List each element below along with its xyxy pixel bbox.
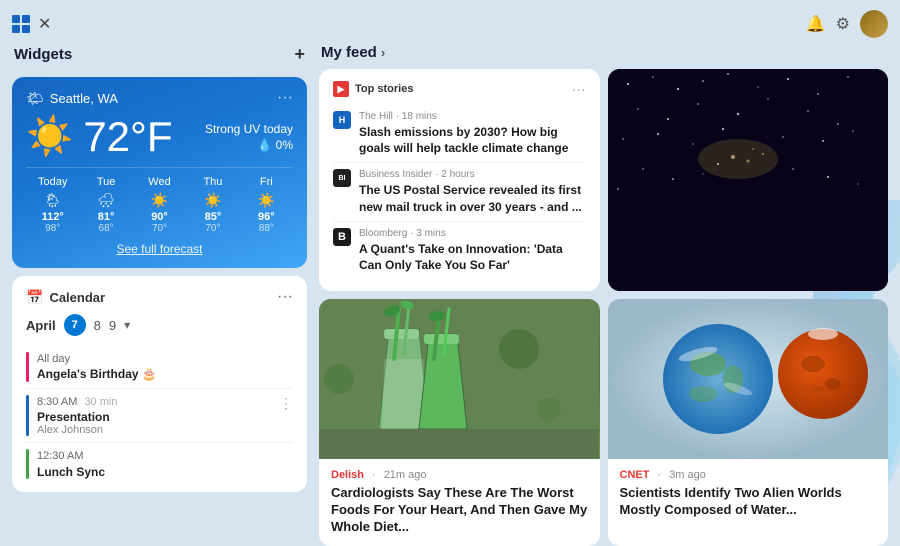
calendar-header: 📅 Calendar ··· [26,288,293,306]
settings-icon[interactable]: ⚙ [836,14,850,34]
calendar-current-day[interactable]: 7 [64,314,86,336]
calendar-event-birthday[interactable]: All day Angela's Birthday 🎂 [26,346,293,389]
weather-menu-button[interactable]: ··· [277,89,293,107]
calendar-day-next1[interactable]: 8 [94,318,101,333]
forecast-tue: Tue 🌧 81° 68° [79,176,132,234]
forecast-wed: Wed ☀️ 90° 70° [133,176,186,234]
weather-condition: Strong UV today [205,122,293,136]
planets-text: CNET · 3m ago Scientists Identify Two Al… [608,459,889,529]
the-hill-logo: H [333,111,351,129]
top-bar-right: 🔔 ⚙ [806,10,888,38]
content-area: Widgets + 🌤 Seattle, WA ··· ☀️ 72°F Stro… [12,44,888,492]
calendar-title: 📅 Calendar [26,289,105,306]
news-item-2[interactable]: B Bloomberg · 3 mins A Quant's Take on I… [333,222,586,279]
galaxy-image [608,69,889,291]
calendar-event-presentation[interactable]: 8:30 AM 30 min Presentation Alex Johnson… [26,389,293,443]
food-time: 21m ago [384,469,427,481]
widgets-icon[interactable] [12,15,30,33]
bloomberg-logo: B [333,228,351,246]
top-bar-left: ✕ [12,14,51,34]
food-title: Cardiologists Say These Are The Worst Fo… [331,485,588,536]
top-stories-card: ▶ Top stories ··· H [319,69,600,291]
calendar-event-lunch[interactable]: 12:30 AM Lunch Sync [26,443,293,485]
planets-time: 3m ago [669,469,706,481]
sun-icon: ☀️ [26,115,73,159]
event-menu-button[interactable]: ⋮ [279,395,293,412]
weather-precipitation: 💧 0% [205,138,293,152]
widgets-title: Widgets [14,46,72,63]
forecast-thu: Thu ☀️ 85° 70° [186,176,239,234]
event-bar [26,352,29,382]
planets-illustration [608,299,889,459]
top-stories-menu-button[interactable]: ··· [572,81,586,97]
feed-header: My feed › [319,44,888,61]
calendar-month-row: April 7 8 9 ▾ [26,314,293,336]
news-source-row: ▶ Top stories ··· [333,81,586,97]
feed-chevron-icon[interactable]: › [381,45,385,60]
rain-icon: 💧 [257,138,272,152]
feed-panel: My feed › ▶ Top stories [319,44,888,492]
news-item-0[interactable]: H The Hill · 18 mins Slash emissions by … [333,105,586,163]
weather-header: 🌤 Seattle, WA ··· [26,89,293,107]
widgets-panel: Widgets + 🌤 Seattle, WA ··· ☀️ 72°F Stro… [12,44,307,492]
top-stories-label: Top stories [355,83,413,95]
forecast-fri: Fri ☀️ 96° 88° [240,176,293,234]
weather-city: Seattle, WA [50,91,118,106]
food-illustration [319,299,600,459]
event-bar [26,449,29,479]
top-bar: ✕ 🔔 ⚙ [12,8,888,44]
forecast-today: Today 🌦 112° 98° [26,176,79,234]
stars-decoration [608,69,889,291]
feed-title: My feed [321,44,377,61]
event-bar [26,395,29,436]
weather-widget: 🌤 Seattle, WA ··· ☀️ 72°F Strong UV toda… [12,77,307,268]
business-insider-logo: BI [333,169,351,187]
feed-grid: ▶ Top stories ··· H [319,69,888,546]
calendar-widget: 📅 Calendar ··· April 7 8 9 ▾ All day [12,276,307,492]
calendar-day-next2[interactable]: 9 [109,318,116,333]
calendar-month: April [26,318,56,333]
weather-forecast: Today 🌦 112° 98° Tue 🌧 81° 68° Wed ☀️ [26,167,293,234]
planets-title: Scientists Identify Two Alien Worlds Mos… [620,485,877,519]
calendar-icon: 📅 [26,289,43,306]
calendar-menu-button[interactable]: ··· [277,288,293,306]
location-icon: 🌤 [26,90,44,107]
news-item-1[interactable]: BI Business Insider · 2 hours The US Pos… [333,163,586,221]
food-card[interactable]: Delish · 21m ago Cardiologists Say These… [319,299,600,546]
weather-temperature: 72°F [83,116,172,158]
planets-card[interactable]: CNET · 3m ago Scientists Identify Two Al… [608,299,889,546]
weather-info: Strong UV today 💧 0% [205,122,293,152]
top-stories-icon: ▶ [333,81,349,97]
avatar[interactable] [860,10,888,38]
weather-main: ☀️ 72°F Strong UV today 💧 0% [26,115,293,159]
food-image [319,299,600,459]
food-text: Delish · 21m ago Cardiologists Say These… [319,459,600,546]
widgets-header: Widgets + [12,44,307,69]
close-icon[interactable]: ✕ [38,14,51,34]
calendar-expand-icon[interactable]: ▾ [124,318,130,332]
planets-image [608,299,889,459]
weather-location: 🌤 Seattle, WA [26,90,118,107]
food-source: Delish [331,469,364,481]
add-widget-button[interactable]: + [294,44,305,65]
planets-source: CNET [620,469,650,481]
galaxy-card[interactable] [608,69,889,291]
see-forecast-link[interactable]: See full forecast [26,242,293,256]
notifications-icon[interactable]: 🔔 [806,14,826,34]
